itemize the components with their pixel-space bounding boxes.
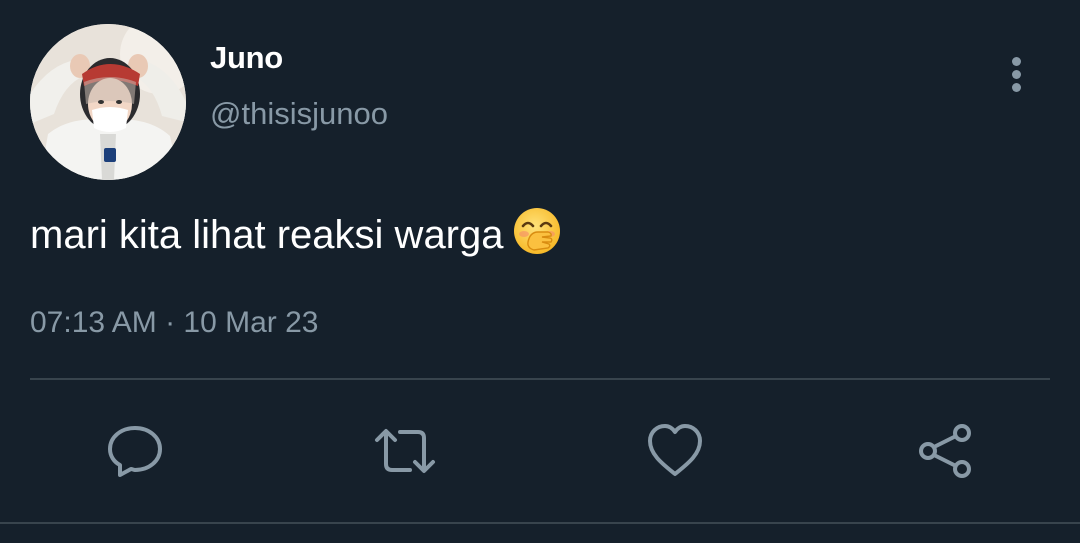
tweet-timestamp[interactable]: 07:13 AM · 10 Mar 23 [30, 306, 319, 340]
avatar-photo [30, 24, 186, 180]
username-handle[interactable]: @thisisjunoo [210, 96, 388, 132]
display-name[interactable]: Juno [210, 40, 283, 76]
share-icon [919, 424, 971, 478]
like-button[interactable] [644, 420, 706, 482]
tweet-text: mari kita lihat reaksi warga [30, 206, 562, 266]
divider [30, 378, 1050, 380]
speech-bubble-icon [108, 426, 162, 477]
tweet-text-content: mari kita lihat reaksi warga [30, 213, 504, 257]
avatar[interactable] [30, 24, 186, 180]
divider-bottom [0, 522, 1080, 524]
face-with-hand-over-mouth-icon [512, 206, 562, 266]
reply-button[interactable] [104, 420, 166, 482]
share-button[interactable] [914, 420, 976, 482]
heart-icon [648, 424, 702, 476]
retweet-button[interactable] [374, 420, 436, 482]
more-options-icon[interactable] [996, 52, 1038, 98]
retweet-icon [375, 429, 435, 473]
